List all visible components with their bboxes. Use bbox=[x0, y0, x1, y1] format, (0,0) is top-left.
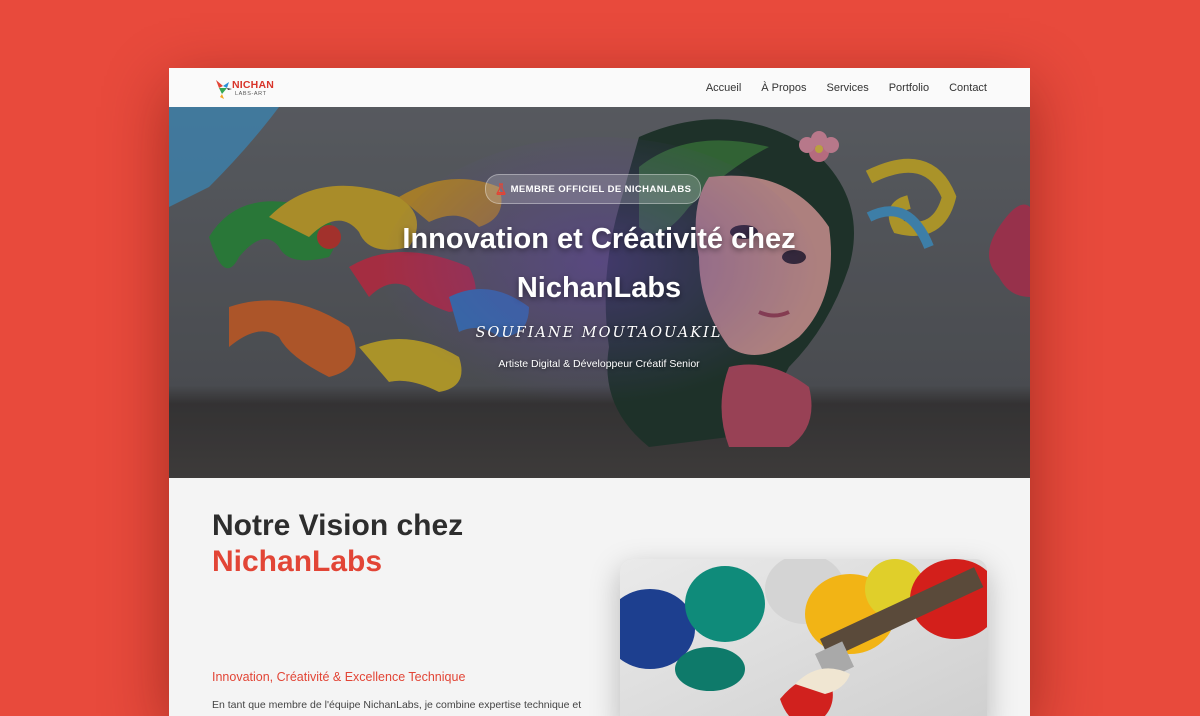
paint-tubes-illustration bbox=[620, 559, 987, 716]
browser-page: NICHAN LABS-ART Accueil À Propos Service… bbox=[169, 68, 1030, 716]
vision-tagline: Innovation, Créativité & Excellence Tech… bbox=[212, 670, 466, 684]
logo-subtitle: LABS-ART bbox=[235, 91, 267, 97]
main-menu: Accueil À Propos Services Portfolio Cont… bbox=[686, 68, 987, 107]
nav-accueil[interactable]: Accueil bbox=[706, 82, 741, 94]
vision-heading: Notre Vision chez NichanLabs bbox=[212, 508, 463, 580]
logo-brand: NICHAN bbox=[232, 79, 275, 91]
hummingbird-icon bbox=[216, 80, 232, 99]
nav-a-propos[interactable]: À Propos bbox=[761, 82, 806, 94]
vision-heading-line1: Notre Vision chez bbox=[212, 509, 464, 542]
nav-services[interactable]: Services bbox=[827, 82, 869, 94]
site-logo[interactable]: NICHAN LABS-ART bbox=[213, 76, 277, 100]
badge-text: MEMBRE OFFICIEL DE NICHANLABS bbox=[510, 183, 692, 195]
hero-banner: MEMBRE OFFICIEL DE NICHANLABS Innovation… bbox=[169, 107, 1030, 478]
vision-paragraph: En tant que membre de l'équipe NichanLab… bbox=[212, 699, 582, 711]
member-badge: MEMBRE OFFICIEL DE NICHANLABS bbox=[485, 174, 701, 204]
paint-tubes-image bbox=[620, 559, 987, 716]
flask-icon bbox=[495, 183, 506, 195]
navbar: NICHAN LABS-ART Accueil À Propos Service… bbox=[169, 68, 1030, 107]
nav-contact[interactable]: Contact bbox=[949, 82, 987, 94]
nav-portfolio[interactable]: Portfolio bbox=[889, 82, 929, 94]
hero-title: Innovation et Créativité chez NichanLabs bbox=[402, 223, 796, 304]
hero-author: SOUFIANE MOUTAOUAKIL bbox=[475, 325, 723, 341]
vision-heading-brand: NichanLabs bbox=[212, 545, 383, 578]
hero-role: Artiste Digital & Développeur Créatif Se… bbox=[498, 358, 700, 370]
